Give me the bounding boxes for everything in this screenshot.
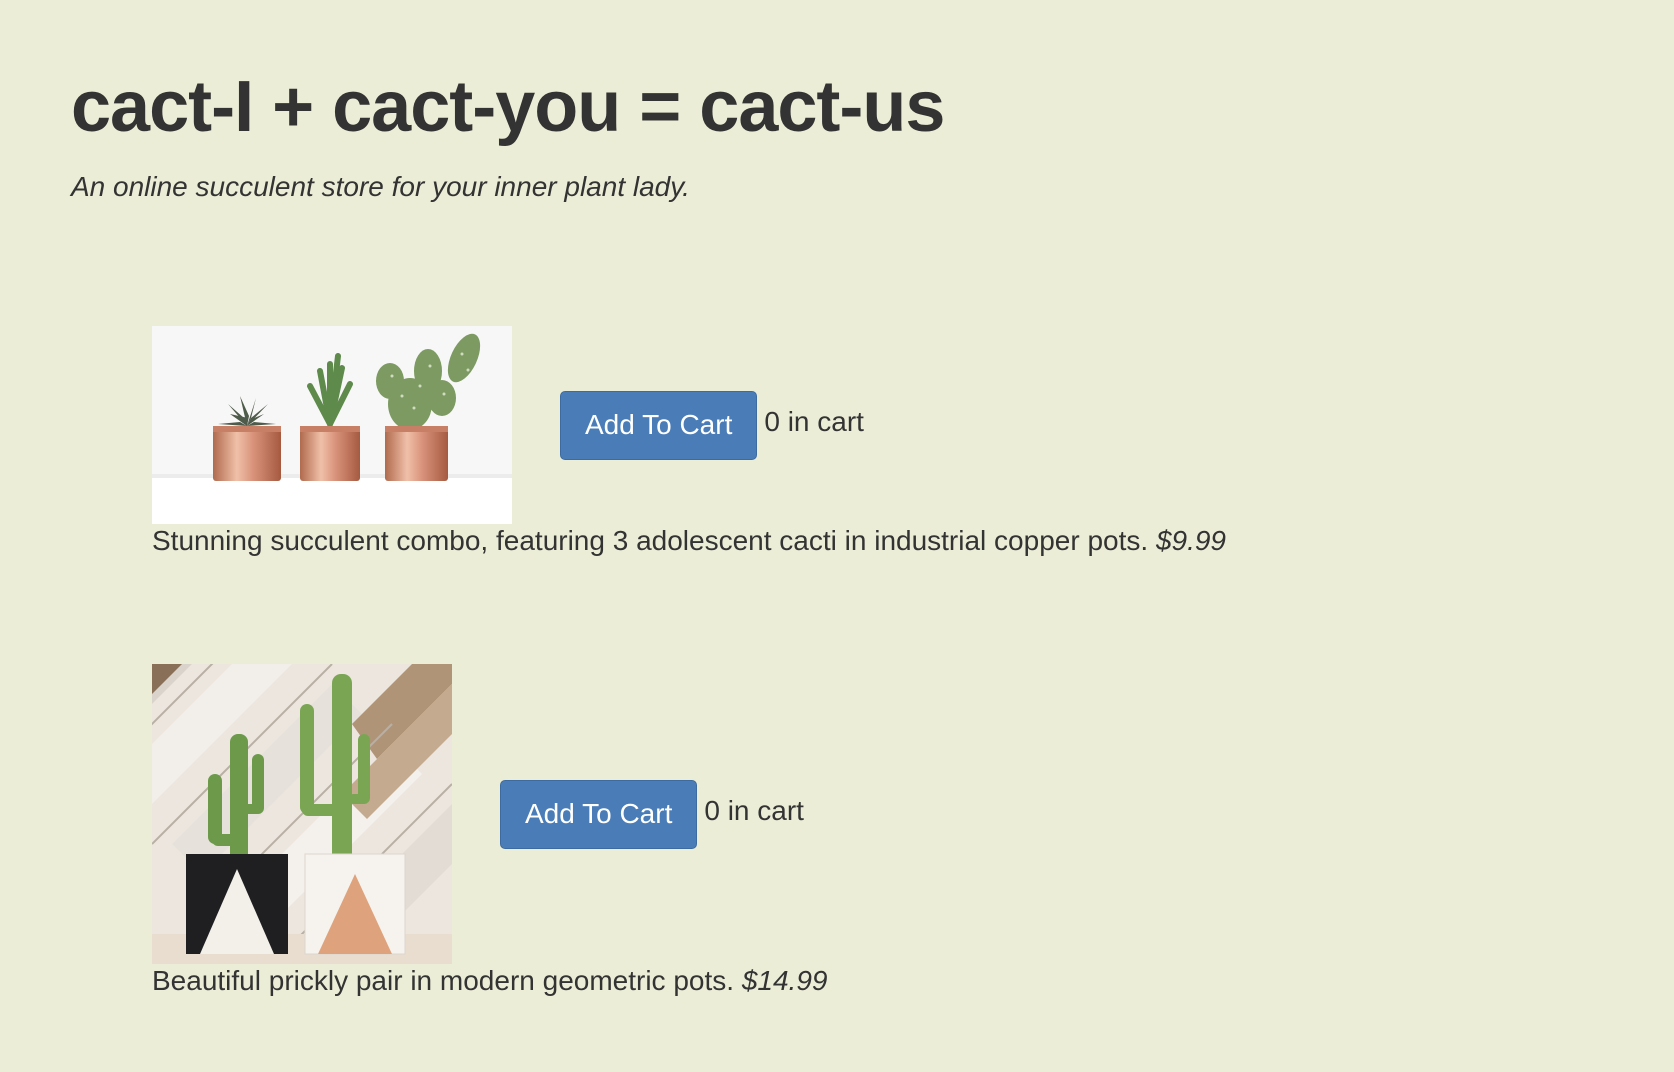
description-text: Stunning succulent combo, featuring 3 ad… (152, 525, 1149, 556)
product-price: $9.99 (1155, 525, 1227, 556)
cart-count: 0 in cart (704, 795, 804, 826)
page-title: cact-I + cact-you = cact-us (71, 67, 945, 147)
cart-count: 0 in cart (764, 406, 864, 437)
product-card: Add To Cart 0 in cart Beautiful prickly … (152, 664, 827, 998)
product-row: Add To Cart 0 in cart (152, 326, 1226, 524)
product-image-copper-cacti (152, 326, 512, 524)
description-text: Beautiful prickly pair in modern geometr… (152, 965, 735, 996)
tagline: An online succulent store for your inner… (71, 171, 690, 202)
product-row: Add To Cart 0 in cart (152, 664, 827, 964)
product-image-geometric-pots (152, 664, 452, 964)
product-card: Add To Cart 0 in cart Stunning succulent… (152, 326, 1226, 558)
site-header: cact-I + cact-you = cact-us An online su… (71, 62, 945, 204)
product-price: $14.99 (741, 965, 828, 996)
product-description: Stunning succulent combo, featuring 3 ad… (152, 524, 1226, 558)
product-description: Beautiful prickly pair in modern geometr… (152, 964, 827, 998)
add-to-cart-button[interactable]: Add To Cart (500, 779, 698, 849)
add-to-cart-button[interactable]: Add To Cart (560, 390, 758, 460)
